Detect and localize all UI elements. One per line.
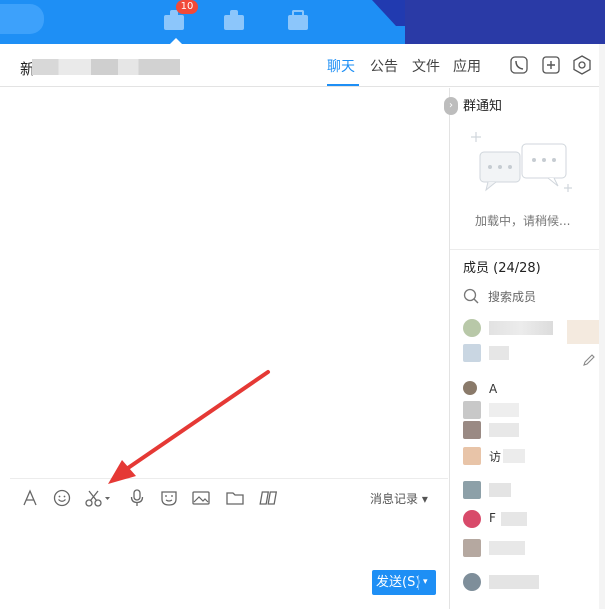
blurred-member-name [489, 423, 519, 437]
avatar [463, 401, 481, 419]
blurred-member-name [489, 541, 525, 555]
avatar [463, 319, 481, 337]
avatar [463, 510, 481, 528]
member-search[interactable]: 搜索成员 [462, 287, 536, 305]
empty-notice-illustration [471, 132, 572, 192]
member-item[interactable] [463, 480, 573, 500]
member-item[interactable] [463, 538, 573, 558]
member-name: 访 [489, 450, 502, 464]
avatar [463, 447, 481, 465]
avatar [463, 421, 481, 439]
avatar [463, 344, 481, 362]
blurred-member-name [501, 512, 527, 526]
member-name: A [489, 382, 498, 396]
blurred-member-name [489, 483, 511, 497]
search-icon [463, 288, 479, 304]
group-notice-title: 群通知 [463, 99, 503, 114]
member-item[interactable]: 访 [463, 446, 573, 466]
blurred-member-name [503, 449, 525, 463]
members-title: 成员 (24/28) [463, 261, 541, 276]
blurred-region [567, 320, 599, 344]
avatar [463, 573, 481, 591]
blurred-member-name [489, 403, 519, 417]
window-edge [599, 44, 605, 609]
member-item[interactable] [463, 572, 573, 592]
member-search-placeholder: 搜索成员 [488, 290, 537, 304]
member-item[interactable] [463, 400, 573, 420]
avatar [463, 381, 477, 395]
avatar [463, 539, 481, 557]
member-name: F [489, 511, 496, 525]
blurred-member-name [489, 575, 539, 589]
loading-text: 加载中，请稍候... [475, 214, 571, 228]
member-item[interactable] [463, 318, 573, 338]
avatar [463, 481, 481, 499]
section-divider [450, 249, 600, 250]
member-item[interactable]: F [463, 509, 573, 529]
blurred-member-name [489, 346, 509, 360]
blurred-member-name [489, 321, 553, 335]
edit-icon[interactable] [582, 353, 596, 367]
member-item[interactable] [463, 420, 573, 440]
member-item[interactable]: A [463, 380, 573, 400]
member-item[interactable] [463, 343, 573, 363]
